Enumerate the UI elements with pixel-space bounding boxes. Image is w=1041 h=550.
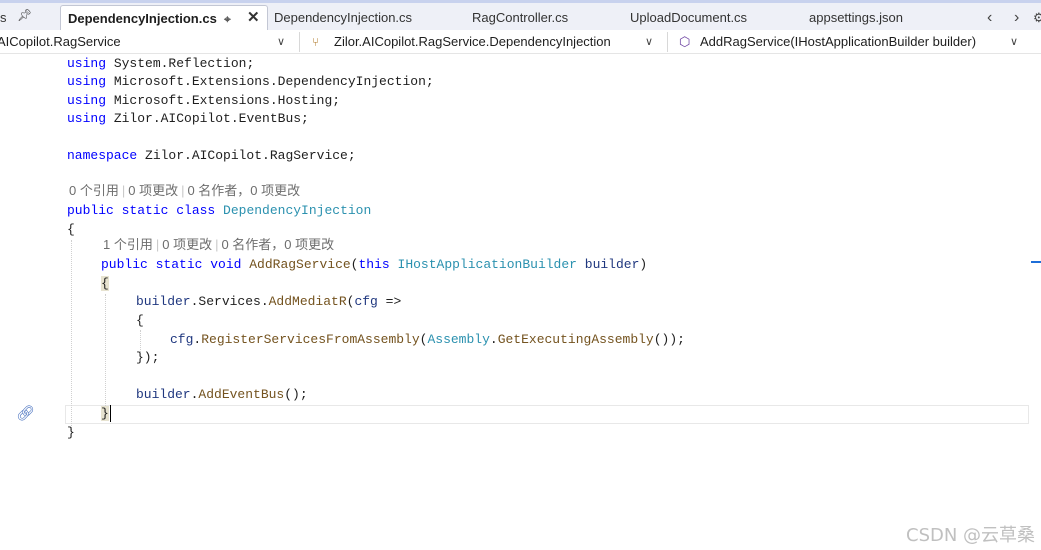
tab-dependencyinjection-2[interactable]: DependencyInjection.cs — [274, 5, 412, 31]
tab-label: DependencyInjection.cs — [68, 11, 217, 26]
tab-appsettings[interactable]: appsettings.json — [809, 5, 903, 31]
code-line-method-close: } — [101, 406, 109, 421]
code-line-1: using System.Reflection; — [67, 56, 255, 71]
code-line-addeventbus: builder.AddEventBus(); — [136, 387, 308, 402]
chevron-left-icon[interactable]: ‹ — [987, 5, 992, 31]
scroll-marker — [1031, 261, 1041, 263]
close-icon[interactable]: ✕ — [247, 5, 260, 31]
link-icon[interactable]: 🔗︎ — [16, 404, 35, 422]
type-dropdown-value: Zilor.AICopilot.RagService.DependencyInj… — [334, 34, 611, 49]
tab-label: appsettings.json — [809, 10, 903, 25]
codelens-authors[interactable]: 0 名作者，0 项更改 — [221, 237, 334, 252]
type-dropdown[interactable]: ⑂ Zilor.AICopilot.RagService.DependencyI… — [306, 31, 664, 53]
code-line-class-open: { — [67, 222, 75, 237]
codelens-changes[interactable]: 0 项更改 — [162, 237, 212, 252]
watermark: CSDN @云草桑 — [906, 525, 1036, 546]
pin-icon[interactable]: 📌︎ — [17, 8, 32, 22]
project-dropdown-value: AICopilot.RagService — [0, 34, 121, 49]
code-editor[interactable]: using System.Reflection; using Microsoft… — [0, 54, 1041, 550]
member-dropdown[interactable]: ⬡ AddRagService(IHostApplicationBuilder … — [674, 31, 1030, 53]
namespace-icon: ⑂ — [312, 35, 320, 49]
pin-icon[interactable]: ⌖ — [224, 6, 231, 32]
indent-guide — [71, 240, 72, 432]
navbar-divider — [299, 32, 300, 52]
current-line-highlight — [65, 405, 1029, 424]
code-line-lambda-open: { — [136, 313, 144, 328]
code-line-register: cfg.RegisterServicesFromAssembly(Assembl… — [170, 332, 685, 347]
tab-uploaddocument[interactable]: UploadDocument.cs — [630, 5, 747, 31]
code-line-3: using Microsoft.Extensions.Hosting; — [67, 93, 341, 108]
code-line-addmediatr: builder.Services.AddMediatR(cfg => — [136, 294, 402, 309]
code-line-method-open: { — [101, 276, 109, 291]
chevron-down-icon: ∨ — [1010, 36, 1019, 48]
tab-label: UploadDocument.cs — [630, 10, 748, 25]
code-line-lambda-close: }); — [136, 350, 160, 365]
tab-partial-left[interactable]: s — [0, 5, 7, 31]
codelens-class[interactable]: 0 个引用 | 0 项更改 | 0 名作者，0 项更改 — [69, 182, 300, 200]
code-line-class-close: } — [67, 425, 75, 440]
tab-label: DependencyInjection.cs — [274, 10, 413, 25]
text-caret — [110, 405, 111, 422]
tab-label: s — [0, 10, 7, 25]
project-dropdown[interactable]: AICopilot.RagService ∨ — [0, 31, 296, 53]
chevron-down-icon: ∨ — [645, 36, 654, 48]
member-dropdown-value: AddRagService(IHostApplicationBuilder bu… — [700, 34, 977, 49]
tab-label: RagController.cs — [472, 10, 569, 25]
navbar-divider — [667, 32, 668, 52]
code-line-method: public static void AddRagService(this IH… — [101, 257, 648, 272]
code-navigation-bar: AICopilot.RagService ∨ ⑂ Zilor.AICopilot… — [0, 30, 1041, 54]
code-line-4: using Zilor.AICopilot.EventBus; — [67, 111, 309, 126]
code-line-namespace: namespace Zilor.AICopilot.RagService; — [67, 148, 356, 163]
codelens-changes[interactable]: 0 项更改 — [128, 183, 178, 198]
chevron-down-icon: ∨ — [277, 36, 286, 48]
codelens-references[interactable]: 0 个引用 — [69, 183, 119, 198]
document-tab-strip: s 📌︎ DependencyInjection.cs ⌖ ✕ Dependen… — [0, 0, 1041, 33]
indent-guide — [105, 294, 106, 408]
codelens-method[interactable]: 1 个引用 | 0 项更改 | 0 名作者，0 项更改 — [103, 236, 334, 254]
chevron-right-icon[interactable]: › — [1014, 5, 1019, 31]
code-line-class: public static class DependencyInjection — [67, 203, 372, 218]
tab-ragcontroller[interactable]: RagController.cs — [472, 5, 568, 31]
gear-icon[interactable]: ⚙ — [1033, 5, 1041, 31]
method-icon: ⬡ — [679, 34, 691, 49]
codelens-references[interactable]: 1 个引用 — [103, 237, 153, 252]
tab-active-dependencyinjection[interactable]: DependencyInjection.cs ⌖ ✕ — [60, 5, 268, 33]
code-line-2: using Microsoft.Extensions.DependencyInj… — [67, 74, 434, 89]
codelens-authors[interactable]: 0 名作者，0 项更改 — [187, 183, 300, 198]
